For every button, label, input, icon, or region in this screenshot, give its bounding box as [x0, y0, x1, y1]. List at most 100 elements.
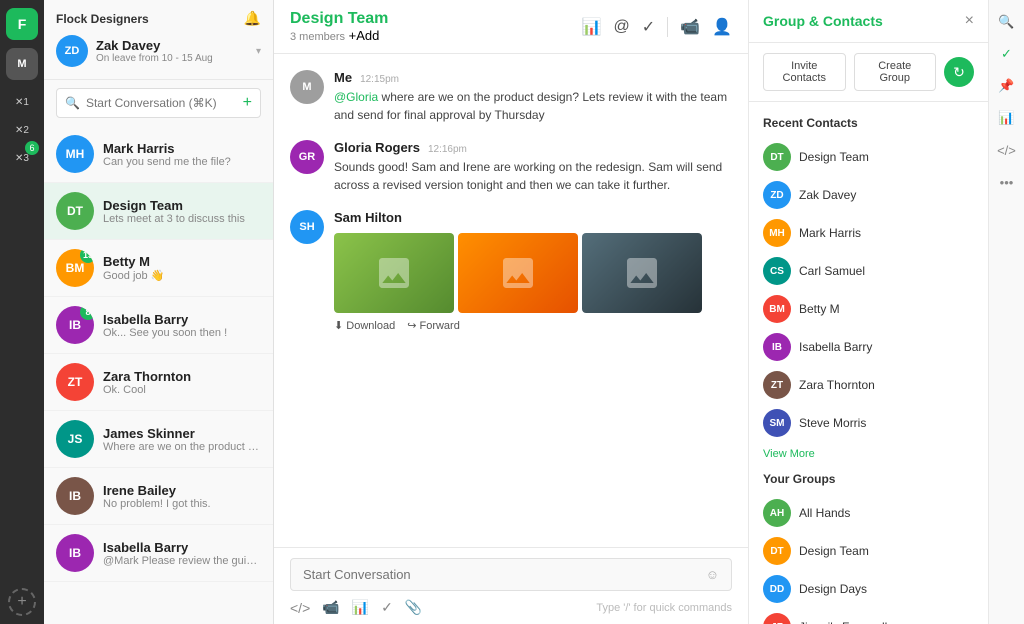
chat-input[interactable]	[303, 567, 706, 582]
avatar: IB	[56, 477, 94, 515]
contact-name: Zara Thornton	[799, 378, 875, 392]
contact-avatar: ZD	[763, 181, 791, 209]
conversation-item-james-skinner[interactable]: JS James Skinner Where are we on the pro…	[44, 411, 273, 468]
contact-item-design-team[interactable]: DT Design Team	[763, 138, 974, 176]
search-far-icon[interactable]: 🔍	[993, 8, 1021, 36]
add-workspace-button[interactable]: +	[8, 588, 36, 616]
attach-toolbar-icon[interactable]: 📎	[405, 599, 422, 616]
company-name: Flock Designers	[56, 12, 149, 26]
new-conversation-button[interactable]: +	[243, 94, 252, 112]
conv-name: Mark Harris	[103, 141, 261, 156]
pin-far-icon[interactable]: 📌	[993, 72, 1021, 100]
add-member-link[interactable]: +Add	[349, 28, 380, 43]
contact-name: Betty M	[799, 302, 840, 316]
contact-name: Steve Morris	[799, 416, 866, 430]
user-dropdown-icon[interactable]: ▾	[256, 46, 261, 57]
chat-input-row[interactable]: ☺	[290, 558, 732, 591]
sidebar-item-x3[interactable]: ✕3 6	[8, 144, 36, 172]
search-icon: 🔍	[65, 96, 80, 110]
conversation-item-irene-bailey[interactable]: IB Irene Bailey No problem! I got this.	[44, 468, 273, 525]
group-avatar: DD	[763, 575, 791, 603]
contact-item-isabella-barry[interactable]: IB Isabella Barry	[763, 328, 974, 366]
contact-item-carl-samuel[interactable]: CS Carl Samuel	[763, 252, 974, 290]
current-user-avatar: ZD	[56, 35, 88, 67]
sidebar-item-x1[interactable]: ✕1	[8, 88, 36, 116]
stats-icon[interactable]: 📊	[582, 17, 602, 37]
group-item-jimmis-farewell[interactable]: JF Jimmi's Farewell	[763, 608, 974, 624]
contact-item-betty-m[interactable]: BM Betty M	[763, 290, 974, 328]
contact-item-zak-davey[interactable]: ZD Zak Davey	[763, 176, 974, 214]
sidebar-badge: 6	[25, 141, 39, 155]
your-groups-title: Your Groups	[763, 472, 974, 486]
conv-preview: Ok... See you soon then !	[103, 327, 261, 339]
view-more-contacts-link[interactable]: View More	[763, 448, 974, 460]
quick-hint: Type '/' for quick commands	[596, 602, 732, 614]
contact-item-zara-thornton[interactable]: ZT Zara Thornton	[763, 366, 974, 404]
more-far-icon[interactable]: •••	[993, 168, 1021, 196]
create-group-button[interactable]: Create Group	[854, 53, 937, 91]
contact-name: Design Team	[799, 150, 869, 164]
message-block: SH Sam Hilton	[290, 210, 732, 332]
group-name: Design Team	[799, 544, 869, 558]
conversation-item-design-team[interactable]: DT Design Team Lets meet at 3 to discuss…	[44, 183, 273, 240]
app-logo[interactable]: F	[6, 8, 38, 40]
contacts-far-icon[interactable]: ✓	[993, 40, 1021, 68]
chart-far-icon[interactable]: 📊	[993, 104, 1021, 132]
conversation-item-zara-thornton[interactable]: ZT Zara Thornton Ok. Cool	[44, 354, 273, 411]
avatar: IB	[56, 534, 94, 572]
chart-toolbar-icon[interactable]: 📊	[352, 599, 369, 616]
image-thumbnail[interactable]	[582, 233, 702, 313]
search-bar[interactable]: 🔍 +	[56, 88, 261, 118]
emoji-button[interactable]: ☺	[706, 567, 719, 582]
download-button[interactable]: ⬇ Download	[334, 319, 395, 332]
conv-name: Design Team	[103, 198, 261, 213]
mention-icon[interactable]: @	[614, 18, 630, 36]
message-time: 12:16pm	[428, 144, 467, 155]
close-panel-button[interactable]: ×	[965, 12, 974, 30]
image-group	[334, 233, 732, 313]
sidebar-item-x2[interactable]: ✕2	[8, 116, 36, 144]
contact-avatar: MH	[763, 219, 791, 247]
icon-separator	[667, 17, 668, 37]
task-icon[interactable]: ✓	[642, 17, 655, 37]
contact-avatar: SM	[763, 409, 791, 437]
mention: @Gloria	[334, 90, 378, 104]
conversation-item-isabella-barry[interactable]: IB 8 Isabella Barry Ok... See you soon t…	[44, 297, 273, 354]
group-item-design-team[interactable]: DT Design Team	[763, 532, 974, 570]
contact-item-mark-harris[interactable]: MH Mark Harris	[763, 214, 974, 252]
forward-button[interactable]: ↪ Forward	[407, 319, 460, 332]
invite-contacts-button[interactable]: Invite Contacts	[763, 53, 846, 91]
contact-avatar: BM	[763, 295, 791, 323]
current-user-row[interactable]: ZD Zak Davey On leave from 10 - 15 Aug ▾	[56, 35, 261, 67]
recent-contacts-title: Recent Contacts	[763, 116, 974, 130]
conv-name: Isabella Barry	[103, 312, 261, 327]
user-initial-icon[interactable]: M	[6, 48, 38, 80]
conversation-item-isabella-barry-2[interactable]: IB Isabella Barry @Mark Please review th…	[44, 525, 273, 582]
person-icon[interactable]: 👤	[712, 17, 732, 37]
conversation-item-betty-m[interactable]: BM 15 Betty M Good job 👋	[44, 240, 273, 297]
chat-members: 3 members +Add	[290, 28, 570, 43]
message-sender: Gloria Rogers	[334, 140, 420, 155]
search-input[interactable]	[86, 96, 237, 110]
check-toolbar-icon[interactable]: ✓	[381, 599, 393, 616]
contact-avatar: ZT	[763, 371, 791, 399]
conv-preview: Good job 👋	[103, 269, 261, 282]
conversation-item-mark-harris[interactable]: MH Mark Harris Can you send me the file?	[44, 126, 273, 183]
image-thumbnail[interactable]	[334, 233, 454, 313]
image-thumbnail[interactable]	[458, 233, 578, 313]
contact-item-steve-morris[interactable]: SM Steve Morris	[763, 404, 974, 442]
group-item-all-hands[interactable]: AH All Hands	[763, 494, 974, 532]
message-sender: Sam Hilton	[334, 210, 402, 225]
code-toolbar-icon[interactable]: </>	[290, 600, 310, 616]
video-icon[interactable]: 📹	[680, 17, 700, 37]
video-toolbar-icon[interactable]: 📹	[322, 599, 339, 616]
conversation-list: MH Mark Harris Can you send me the file?…	[44, 126, 273, 624]
refresh-button[interactable]: ↻	[944, 57, 974, 87]
code-far-icon[interactable]: </>	[993, 136, 1021, 164]
group-item-design-days[interactable]: DD Design Days	[763, 570, 974, 608]
message-sender: Me	[334, 70, 352, 85]
notification-icon[interactable]: 🔔	[244, 10, 261, 27]
message-block: M Me 12:15pm @Gloria where are we on the…	[290, 70, 732, 124]
avatar: ZT	[56, 363, 94, 401]
conv-preview: Lets meet at 3 to discuss this	[103, 213, 261, 225]
